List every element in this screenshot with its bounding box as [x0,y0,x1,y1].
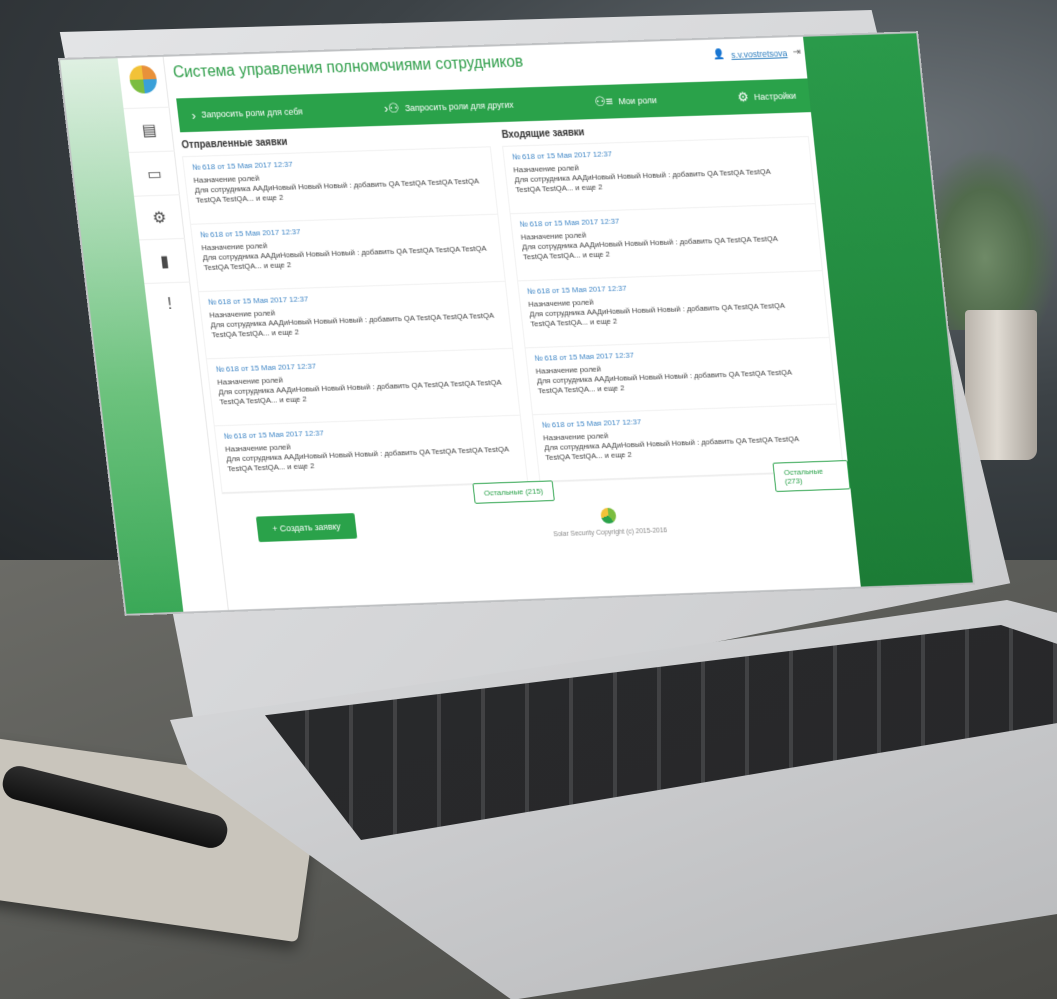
gear-icon: ⚙ [151,209,168,227]
nav-label: Мои роли [618,95,658,107]
sidebar-item-reports[interactable]: ▮ [139,237,191,284]
alert-message-icon: ! [166,295,173,313]
incoming-request-card[interactable]: № 618 от 15 Мая 2017 12:37 Назначение ро… [510,204,822,282]
footer: Solar Security Copyright (c) 2015-2016 [542,505,677,538]
incoming-requests-panel: Входящие заявки № 618 от 15 Мая 2017 12:… [501,120,843,482]
incoming-request-card[interactable]: № 618 от 15 Мая 2017 12:37 Назначение ро… [503,137,815,215]
incoming-request-card[interactable]: № 618 от 15 Мая 2017 12:37 Назначение ро… [518,271,829,349]
nav-label: Настройки [753,90,797,102]
users-icon: ›⚇ [383,100,401,116]
bar-chart-icon: ▮ [159,252,170,271]
app-window: ▤ ▭ ⚙ ▮ ! Система управления полномочиям… [60,33,973,614]
username-link[interactable]: s.v.vostretsova [731,48,788,60]
incoming-more-button[interactable]: Остальные (273) [772,460,851,493]
sent-requests-panel: Отправленные заявки № 618 от 15 Мая 2017… [181,130,528,494]
logout-icon[interactable]: ⇥ [792,47,801,58]
app-logo[interactable] [127,65,158,94]
sent-request-card[interactable]: № 618 от 15 Мая 2017 12:37 Назначение ро… [214,415,528,494]
sidebar-item-messages[interactable]: ! [144,281,196,327]
user-icon: 👤 [713,49,727,61]
nav-my-roles[interactable]: ⚇≡ Мои роли [594,92,658,110]
laptop-screen: ▤ ▭ ⚙ ▮ ! Система управления полномочиям… [60,33,980,650]
user-list-icon: ⚇≡ [593,93,614,110]
documents-icon: ▤ [140,121,158,140]
chevron-right-icon: › [190,107,197,123]
gear-icon: ⚙ [736,89,750,105]
nav-label: Запросить роли для себя [200,106,304,120]
create-request-button[interactable]: + Создать заявку [255,513,358,543]
app-content: ▤ ▭ ⚙ ▮ ! Система управления полномочиям… [117,36,861,612]
sidebar-item-settings[interactable]: ⚙ [133,194,185,240]
sent-request-card[interactable]: № 618 от 15 Мая 2017 12:37 Назначение ро… [206,348,520,427]
sidebar-item-documents[interactable]: ▤ [123,106,175,152]
nav-settings[interactable]: ⚙ Настройки [737,88,797,106]
sent-request-card[interactable]: № 618 от 15 Мая 2017 12:37 Назначение ро… [198,281,513,360]
laptop: ▤ ▭ ⚙ ▮ ! Система управления полномочиям… [0,0,1057,999]
nav-request-roles-self[interactable]: › Запросить роли для себя [191,104,304,122]
sidebar-item-monitor[interactable]: ▭ [128,150,180,196]
sent-request-card[interactable]: № 618 от 15 Мая 2017 12:37 Назначение ро… [183,147,498,225]
copyright-text: Solar Security Copyright (c) 2015-2016 [553,527,668,539]
sent-more-button[interactable]: Остальные (215) [472,480,555,504]
nav-request-roles-others[interactable]: ›⚇ Запросить роли для других [383,97,514,117]
sent-request-card[interactable]: № 618 от 15 Мая 2017 12:37 Назначение ро… [191,214,505,293]
footer-logo [600,507,617,524]
incoming-request-card[interactable]: № 618 от 15 Мая 2017 12:37 Назначение ро… [525,337,837,416]
nav-label: Запросить роли для других [404,99,515,114]
monitor-icon: ▭ [146,165,163,183]
